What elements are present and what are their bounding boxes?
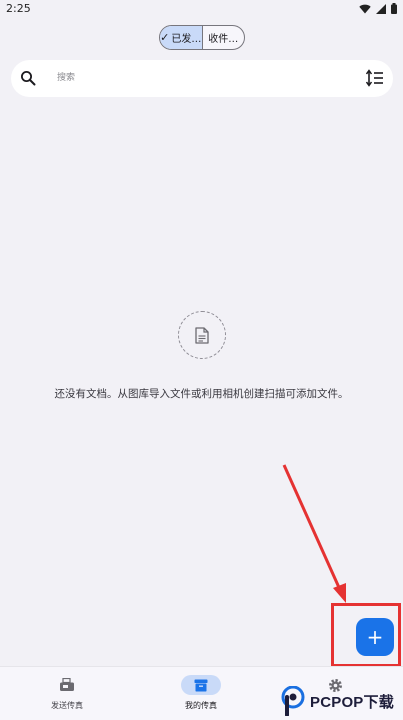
nav-item-send-fax-label: 发送传真 (51, 701, 83, 710)
gear-icon (328, 678, 342, 692)
nav-settings-icon-wrap (315, 675, 355, 695)
annotation-arrow (282, 464, 346, 603)
nav-item-my-faxes[interactable]: 我的传真 (134, 667, 268, 720)
wifi-icon (359, 4, 371, 13)
bottom-navigation: 发送传真 我的传真 (0, 666, 403, 720)
nav-item-send-fax[interactable]: 发送传真 (0, 667, 134, 720)
nav-item-my-faxes-label: 我的传真 (185, 701, 217, 710)
status-icons (359, 3, 397, 14)
segment-sent-label: 已发… (171, 34, 202, 45)
status-bar: 2:25 (0, 0, 403, 18)
nav-send-fax-icon-wrap (47, 675, 87, 695)
empty-state-icon-circle (178, 311, 226, 359)
inbox-icon (194, 679, 208, 691)
battery-icon (391, 3, 397, 14)
nav-my-faxes-icon-wrap (181, 675, 221, 695)
add-document-button[interactable]: + (356, 618, 394, 656)
segment-sent[interactable]: ✓ 已发… (160, 26, 202, 49)
signal-icon (376, 3, 386, 14)
search-icon[interactable] (20, 70, 36, 86)
sort-icon[interactable] (366, 69, 384, 87)
fax-machine-icon (60, 678, 74, 691)
search-input[interactable] (57, 70, 357, 86)
segment-received[interactable]: 收件… (201, 26, 245, 49)
status-time: 2:25 (6, 2, 31, 15)
folder-segmented-control: ✓ 已发… 收件… (159, 25, 245, 50)
check-icon: ✓ (160, 31, 170, 44)
nav-item-settings[interactable] (268, 667, 402, 720)
empty-state-message: 还没有文档。从图库导入文件或利用相机创建扫描可添加文件。 (54, 388, 349, 400)
document-icon (195, 326, 209, 344)
segment-received-label: 收件… (208, 34, 239, 45)
search-bar (11, 60, 393, 97)
